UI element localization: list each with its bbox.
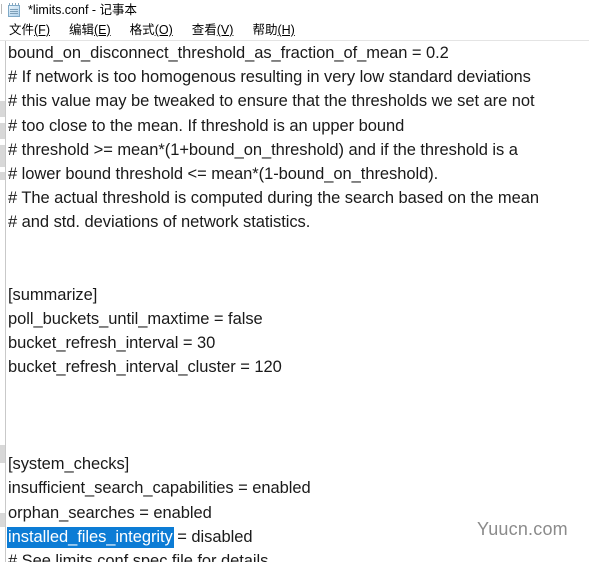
editor-line: # and std. deviations of network statist… — [8, 213, 311, 232]
menu-item-format-accel: (O) — [154, 23, 173, 37]
editor-line: # The actual threshold is computed durin… — [8, 189, 539, 208]
editor-line: bucket_refresh_interval = 30 — [8, 334, 216, 353]
notepad-icon-line — [10, 11, 18, 12]
text-editor-area[interactable]: bound_on_disconnect_threshold_as_fractio… — [0, 41, 589, 562]
window-title: *limits.conf - 记事本 — [28, 3, 138, 17]
menu-item-edit-label: 编辑 — [68, 23, 94, 37]
editor-line: # lower bound threshold <= mean*(1-bound… — [8, 164, 439, 183]
menu-item-help[interactable]: 帮助(H) — [252, 21, 294, 40]
menu-item-view-accel: (V) — [216, 23, 234, 37]
menu-item-view[interactable]: 查看(V) — [192, 21, 234, 40]
editor-line: # too close to the mean. If threshold is… — [8, 116, 405, 135]
scrollbar-nub[interactable] — [0, 445, 5, 463]
menu-item-help-label: 帮助 — [252, 23, 278, 37]
menu-item-file-label: 文件 — [9, 23, 35, 37]
menu-bar: 文件(F) 编辑(E) 格式(O) 查看(V) 帮助(H) — [0, 21, 589, 40]
scrollbar-nub[interactable] — [0, 101, 5, 117]
scrollbar-nub[interactable] — [0, 145, 5, 167]
editor-line: [system_checks] — [8, 455, 130, 474]
notepad-icon — [7, 3, 22, 18]
editor-line: bound_on_disconnect_threshold_as_fractio… — [8, 44, 449, 62]
menu-item-format[interactable]: 格式(O) — [130, 21, 173, 40]
notepad-window: *limits.conf - 记事本 文件(F) 编辑(E) 格式(O) 查看(… — [0, 0, 589, 562]
menu-item-file-accel: (F) — [34, 23, 50, 37]
window-left-edge — [0, 0, 4, 21]
notepad-icon-line — [10, 9, 18, 10]
scrollbar-nub[interactable] — [0, 513, 5, 527]
editor-line: # threshold >= mean*(1+bound_on_threshol… — [8, 140, 518, 159]
editor-line: poll_buckets_until_maxtime = false — [8, 310, 263, 329]
editor-line: # If network is too homogenous resulting… — [8, 68, 531, 87]
menu-item-format-label: 格式 — [129, 23, 155, 37]
editor-line: # this value may be tweaked to ensure th… — [8, 92, 535, 111]
scrollbar-nub[interactable] — [0, 123, 5, 139]
editor-line: [summarize] — [8, 285, 98, 304]
site-watermark: Yuucn.com — [477, 519, 568, 539]
editor-line: insufficient_search_capabilities = enabl… — [8, 479, 311, 498]
menu-item-view-label: 查看 — [191, 23, 217, 37]
menu-item-help-accel: (H) — [277, 23, 295, 37]
editor-line-rest: = disabled — [172, 527, 253, 546]
editor-line: bucket_refresh_interval_cluster = 120 — [8, 358, 282, 377]
scrollbar-nub[interactable] — [0, 172, 5, 180]
menu-item-file[interactable]: 文件(F) — [9, 21, 50, 40]
editor-left-border — [5, 41, 6, 562]
menu-item-edit[interactable]: 编辑(E) — [69, 21, 111, 40]
selected-text[interactable]: installed_files_integrity — [7, 526, 174, 548]
title-bar: *limits.conf - 记事本 — [0, 0, 589, 21]
editor-line: # See limits.conf.spec file for details. — [8, 551, 273, 562]
notepad-icon-line — [10, 13, 18, 14]
menu-item-edit-accel: (E) — [94, 23, 111, 37]
editor-lines: bound_on_disconnect_threshold_as_fractio… — [7, 41, 586, 562]
